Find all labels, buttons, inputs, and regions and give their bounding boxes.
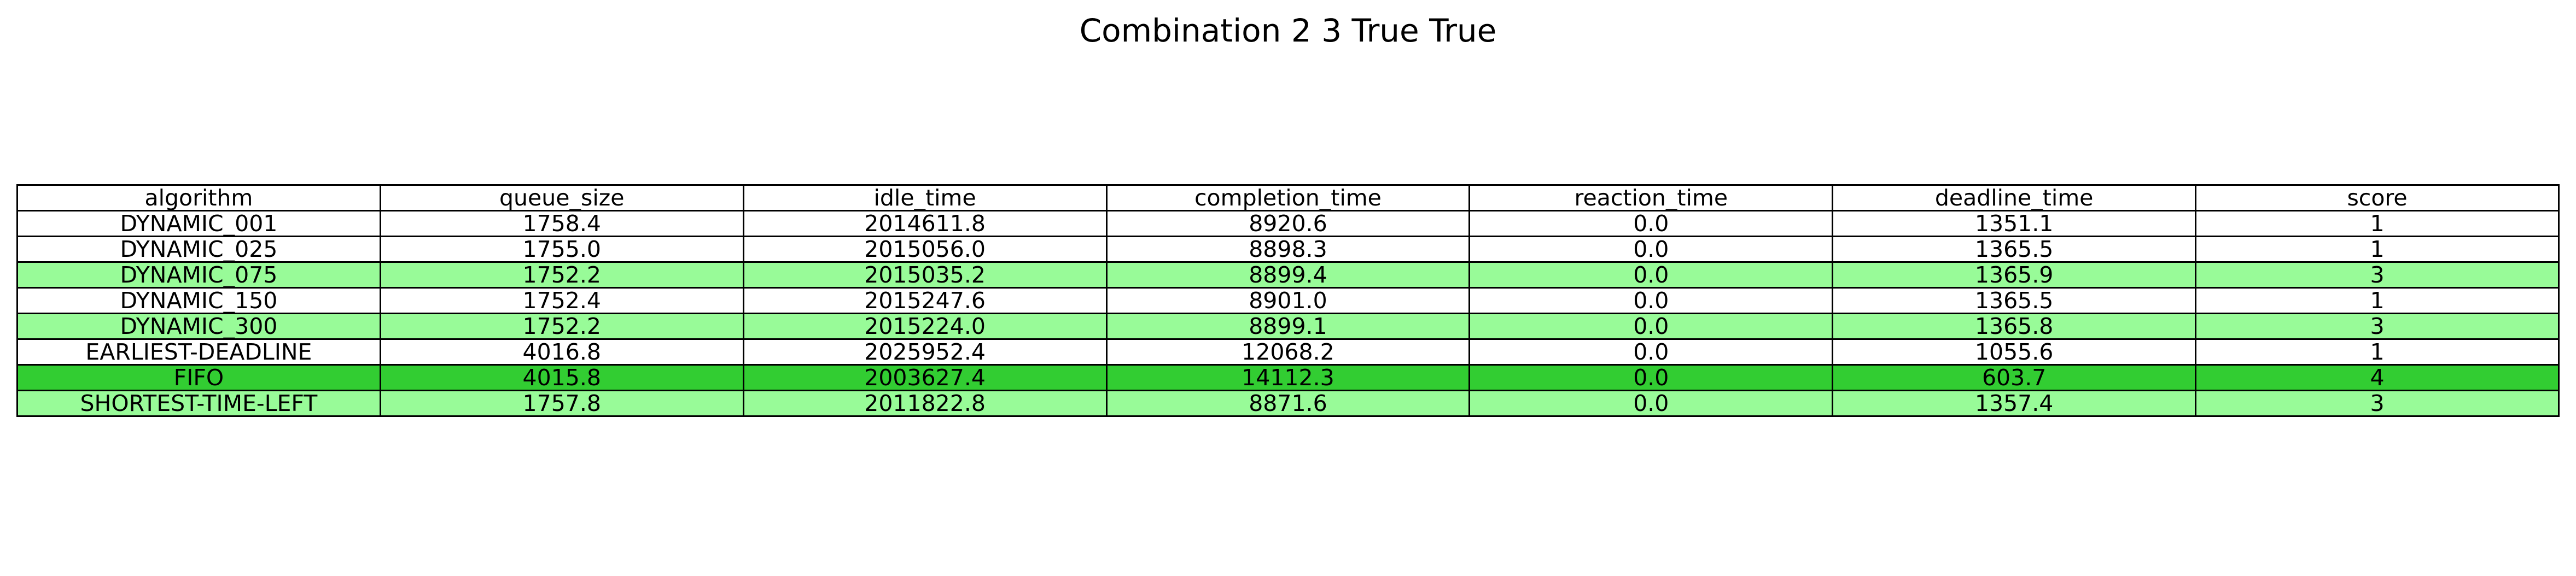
table-row: DYNAMIC_075 1752.2 2015035.2 8899.4 0.0 1365.… — [16, 261, 2560, 289]
table-cell-idle-time: 2015035.2 — [742, 261, 1108, 289]
table-cell-idle-time: 2011822.8 — [742, 390, 1108, 417]
table-cell-queue-size: 1757.8 — [379, 390, 744, 417]
table-row: DYNAMIC_001 1758.4 2014611.8 8920.6 0.0 1351.… — [16, 210, 2560, 237]
table-cell-algorithm: FIFO — [16, 364, 381, 391]
table-cell-reaction-time: 0.0 — [1468, 313, 1834, 340]
chart-title: Combination 2 3 True True — [1079, 12, 1497, 49]
table-cell-algorithm: DYNAMIC_075 — [16, 261, 381, 289]
table-cell-score: 1 — [2195, 338, 2560, 366]
table-cell-idle-time: 2015056.0 — [742, 236, 1108, 263]
results-table: algorithm queue_size idle_time completion_t… — [16, 184, 2560, 417]
table-cell-completion-time: 8920.6 — [1105, 210, 1471, 237]
table-cell-deadline-time: 1351.1 — [1832, 210, 2197, 237]
column-header-completion-time: completion_time — [1105, 184, 1471, 211]
table-cell-completion-time: 8901.0 — [1105, 287, 1471, 314]
table-cell-idle-time: 2025952.4 — [742, 338, 1108, 366]
table-row: DYNAMIC_300 1752.2 2015224.0 8899.1 0.0 1365.… — [16, 313, 2560, 340]
table-cell-queue-size: 1758.4 — [379, 210, 744, 237]
column-header-algorithm: algorithm — [16, 184, 381, 211]
table-cell-deadline-time: 1365.8 — [1832, 313, 2197, 340]
table-cell-reaction-time: 0.0 — [1468, 338, 1834, 366]
column-header-score: score — [2195, 184, 2560, 211]
table-cell-completion-time: 8899.4 — [1105, 261, 1471, 289]
table-cell-reaction-time: 0.0 — [1468, 390, 1834, 417]
table-cell-deadline-time: 1357.4 — [1832, 390, 2197, 417]
table-cell-queue-size: 4015.8 — [379, 364, 744, 391]
table-cell-queue-size: 1752.2 — [379, 313, 744, 340]
table-cell-score: 3 — [2195, 261, 2560, 289]
column-header-idle-time: idle_time — [742, 184, 1108, 211]
table-cell-algorithm: DYNAMIC_300 — [16, 313, 381, 340]
table-cell-completion-time: 12068.2 — [1105, 338, 1471, 366]
table-cell-completion-time: 14112.3 — [1105, 364, 1471, 391]
table-cell-deadline-time: 1365.5 — [1832, 287, 2197, 314]
table-cell-deadline-time: 603.7 — [1832, 364, 2197, 391]
table-cell-completion-time: 8898.3 — [1105, 236, 1471, 263]
table-cell-queue-size: 1752.2 — [379, 261, 744, 289]
table-cell-completion-time: 8899.1 — [1105, 313, 1471, 340]
table-cell-queue-size: 4016.8 — [379, 338, 744, 366]
table-body: DYNAMIC_001 1758.4 2014611.8 8920.6 0.0 1351.… — [16, 210, 2560, 417]
table-row: FIFO 4015.8 2003627.4 14112.3 0.0 603.7 4 — [16, 364, 2560, 391]
table-cell-deadline-time: 1365.9 — [1832, 261, 2197, 289]
table-cell-score: 3 — [2195, 313, 2560, 340]
table-row: EARLIEST-DEADLINE 4016.8 2025952.4 12068.2 0… — [16, 338, 2560, 366]
table-cell-algorithm: EARLIEST-DEADLINE — [16, 338, 381, 366]
table-cell-score: 3 — [2195, 390, 2560, 417]
table-cell-algorithm: DYNAMIC_001 — [16, 210, 381, 237]
table-cell-score: 1 — [2195, 236, 2560, 263]
column-header-reaction-time: reaction_time — [1468, 184, 1834, 211]
table-cell-algorithm: DYNAMIC_150 — [16, 287, 381, 314]
table-cell-score: 1 — [2195, 210, 2560, 237]
table-cell-idle-time: 2015247.6 — [742, 287, 1108, 314]
table-cell-algorithm: SHORTEST-TIME-LEFT — [16, 390, 381, 417]
table-cell-queue-size: 1752.4 — [379, 287, 744, 314]
table-row: DYNAMIC_025 1755.0 2015056.0 8898.3 0.0 1365.… — [16, 236, 2560, 263]
table-row: DYNAMIC_150 1752.4 2015247.6 8901.0 0.0 1365.… — [16, 287, 2560, 314]
table-cell-reaction-time: 0.0 — [1468, 364, 1834, 391]
table-cell-algorithm: DYNAMIC_025 — [16, 236, 381, 263]
table-header-row: algorithm queue_size idle_time completion_t… — [16, 184, 2560, 211]
table-cell-queue-size: 1755.0 — [379, 236, 744, 263]
table-cell-idle-time: 2014611.8 — [742, 210, 1108, 237]
table-cell-completion-time: 8871.6 — [1105, 390, 1471, 417]
table-cell-score: 1 — [2195, 287, 2560, 314]
table-cell-reaction-time: 0.0 — [1468, 210, 1834, 237]
table-cell-idle-time: 2015224.0 — [742, 313, 1108, 340]
table-cell-idle-time: 2003627.4 — [742, 364, 1108, 391]
table-cell-deadline-time: 1055.6 — [1832, 338, 2197, 366]
table-row: SHORTEST-TIME-LEFT 1757.8 2011822.8 8871.6 0… — [16, 390, 2560, 417]
table-cell-reaction-time: 0.0 — [1468, 287, 1834, 314]
table-cell-reaction-time: 0.0 — [1468, 236, 1834, 263]
column-header-deadline-time: deadline_time — [1832, 184, 2197, 211]
table-cell-deadline-time: 1365.5 — [1832, 236, 2197, 263]
table-cell-score: 4 — [2195, 364, 2560, 391]
column-header-queue-size: queue_size — [379, 184, 744, 211]
table-cell-reaction-time: 0.0 — [1468, 261, 1834, 289]
